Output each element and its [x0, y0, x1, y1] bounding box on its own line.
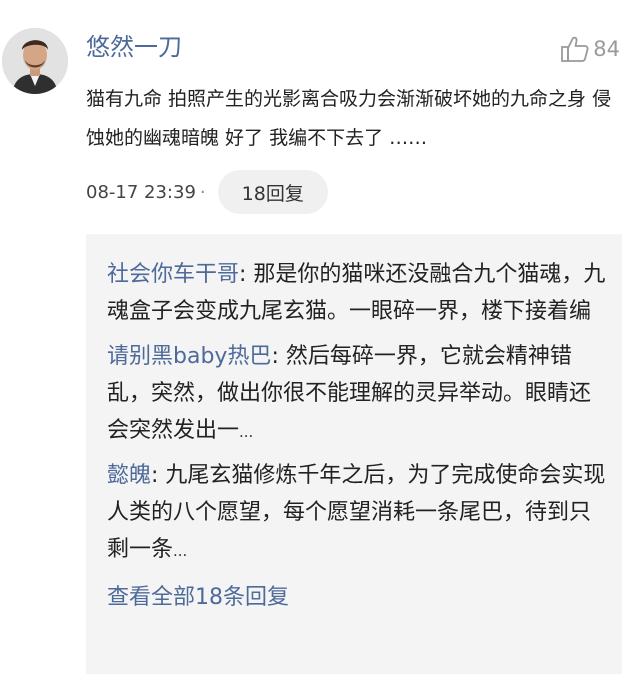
- like-button[interactable]: 84: [560, 34, 620, 64]
- view-all-replies-link[interactable]: 查看全部18条回复: [107, 578, 289, 618]
- replies-panel: 社会你车干哥: 那是你的猫咪还没融合九个猫魂，九魂盒子会变成九尾玄猫。一眼碎一界…: [86, 234, 622, 674]
- comment-meta: 08-17 23:39 · 18回复: [86, 170, 328, 214]
- username[interactable]: 悠然一刀: [86, 30, 182, 64]
- reply-ellipsis: ...: [173, 542, 188, 560]
- comment-timestamp: 08-17 23:39: [86, 181, 196, 203]
- like-count: 84: [593, 37, 620, 61]
- reply-colon: :: [271, 344, 279, 369]
- meta-separator: ·: [199, 181, 206, 203]
- reply-author[interactable]: 请别黑baby热巴: [107, 344, 271, 369]
- comment-text: 猫有九命 拍照产生的光影离合吸力会渐渐破坏她的九命之身 侵蚀她的幽魂暗魄 好了 …: [86, 88, 612, 149]
- avatar[interactable]: [2, 28, 68, 94]
- reply-count-button[interactable]: 18回复: [217, 170, 328, 214]
- reply-item[interactable]: 请别黑baby热巴: 然后每碎一界，它就会精神错乱，突然，做出你很不能理解的灵异…: [107, 338, 612, 451]
- reply-item[interactable]: 社会你车干哥: 那是你的猫咪还没融合九个猫魂，九魂盒子会变成九尾玄猫。一眼碎一界…: [107, 256, 612, 332]
- reply-author[interactable]: 社会你车干哥: [107, 262, 239, 287]
- reply-author[interactable]: 懿魄: [107, 463, 151, 488]
- avatar-image: [2, 28, 68, 94]
- reply-ellipsis: ...: [239, 423, 254, 441]
- thumbs-up-icon: [560, 34, 590, 64]
- reply-item[interactable]: 懿魄: 九尾玄猫修炼千年之后，为了完成使命会实现人类的八个愿望，每个愿望消耗一条…: [107, 457, 612, 570]
